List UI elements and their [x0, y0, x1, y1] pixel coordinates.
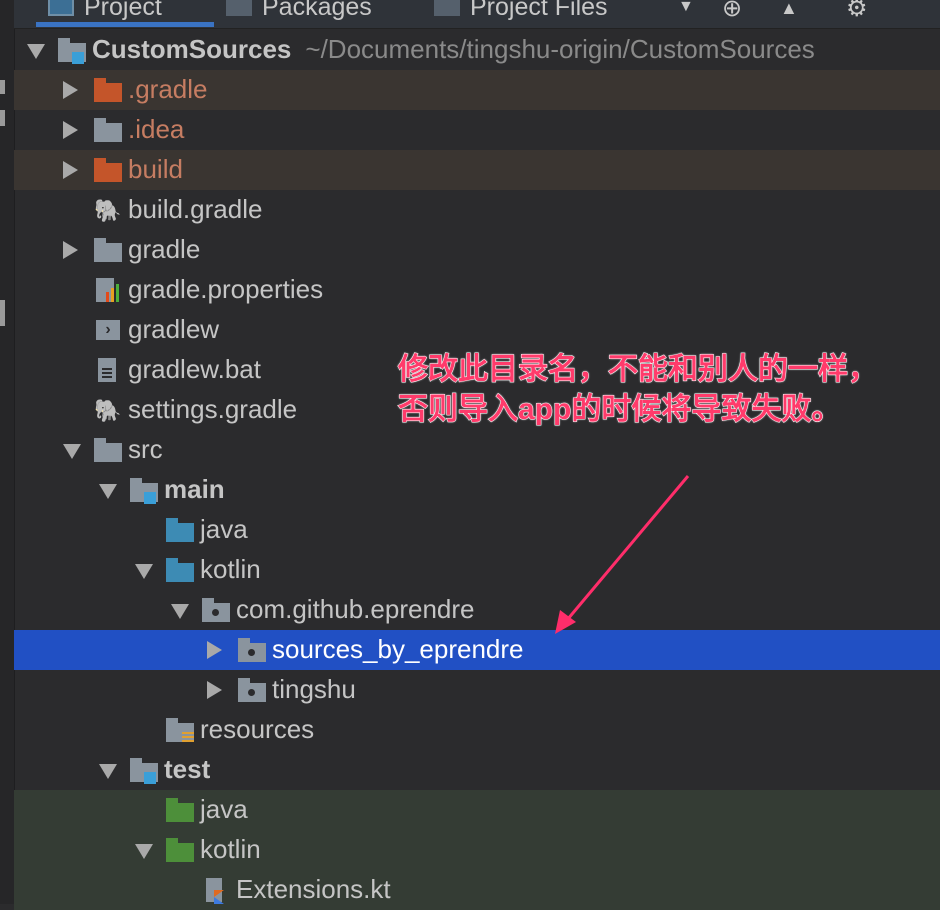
annotation-arrow: [555, 475, 690, 634]
arrow-line: [560, 475, 690, 627]
